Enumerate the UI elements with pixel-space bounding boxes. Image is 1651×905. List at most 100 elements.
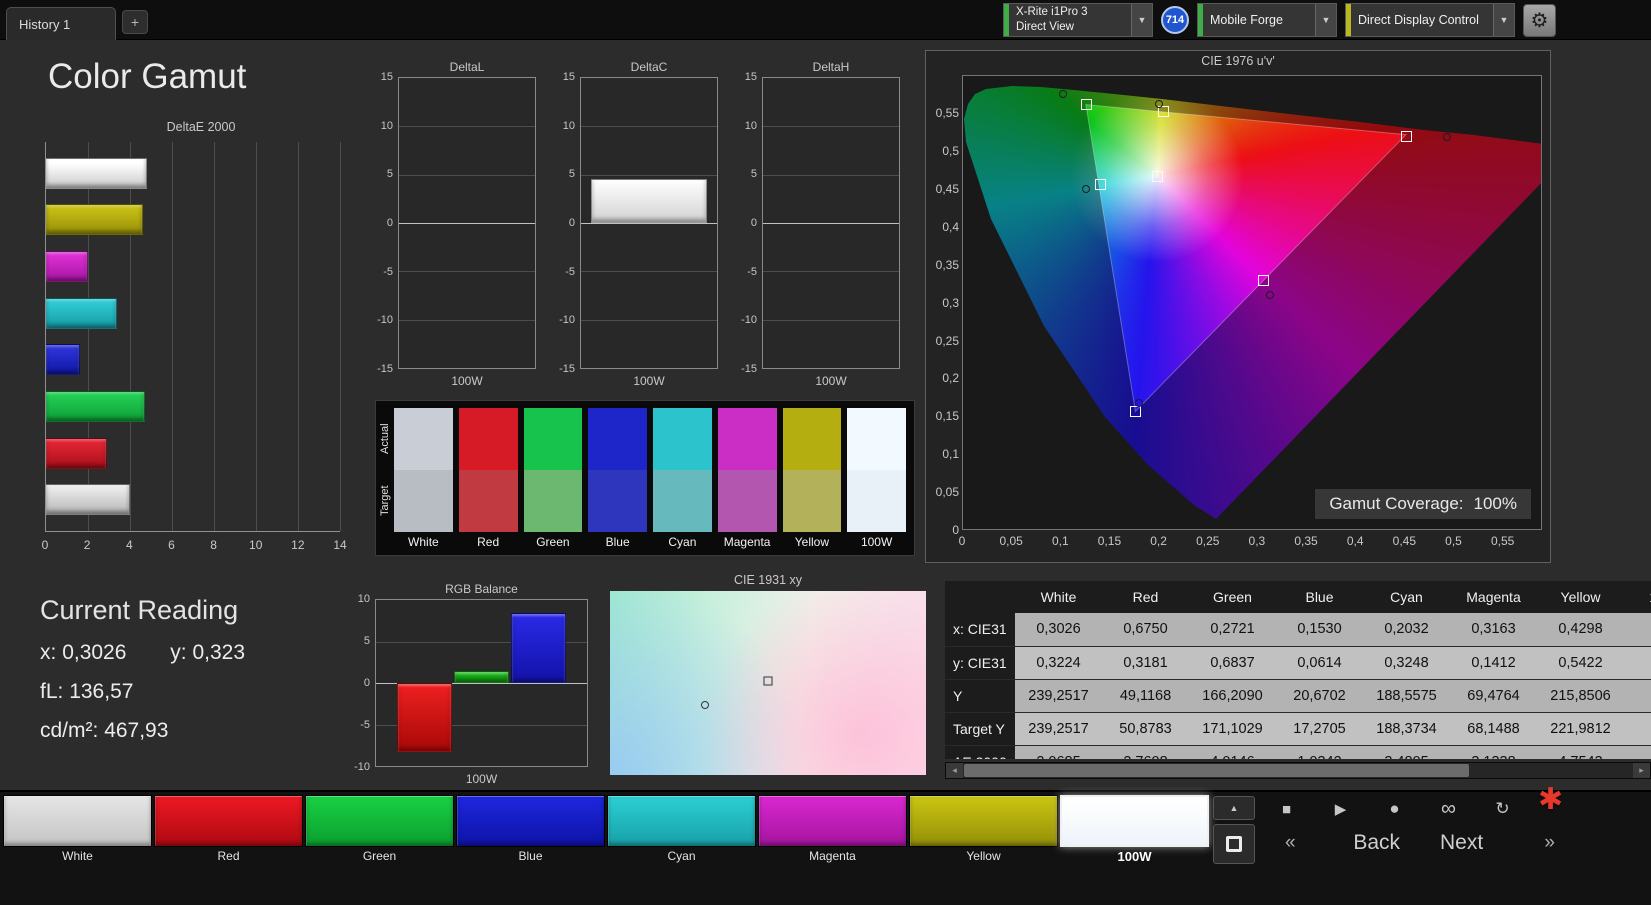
results-row: Target Y 239,2517 50,8783 171,1029 17,2705 18… [945,712,1651,746]
cie76-gamut-triangle [1085,104,1408,413]
patch-button-green[interactable]: Green [305,795,454,865]
swatch-label: 100W [860,535,893,549]
patch-count-badge[interactable]: 714 [1161,6,1189,34]
patch-button-yellow[interactable]: Yellow [909,795,1058,865]
meter-dropdown[interactable]: X-Rite i1Pro 3 Direct View ▼ [1003,3,1153,37]
swatch-label: Blue [605,535,630,549]
results-row: ΔE 20002,06852,76084,01461,03423,48053,1… [945,745,1651,759]
scroll-right-arrow-icon[interactable]: ▸ [1633,763,1650,778]
results-cell: 2,0685 [1015,745,1102,759]
cie76-y-tick-label: 0,5 [942,144,959,158]
table-scrollbar[interactable]: ◂ ▸ [945,762,1651,779]
cie76-overlay [1085,104,1408,413]
delta-deltal-plot [398,77,536,369]
delta-e-tick-label: 8 [210,538,217,552]
results-table: WhiteRedGreenBlueCyanMagentaYellow100W x… [945,581,1651,759]
rgb-balance-body: 10 5 0 -5 -10 [345,593,588,773]
chevron-down-icon[interactable]: ▼ [1131,4,1152,36]
delta-deltal-tick-label: -10 [377,314,393,327]
delta-deltah-gridline [763,271,899,273]
results-col-header: Green [1189,581,1276,613]
cie76-square-marker [1257,274,1269,286]
chevron-down-icon[interactable]: ▼ [1493,4,1514,36]
results-col-header: Cyan [1363,581,1450,613]
delta-deltal-gridline [399,319,535,321]
delta-deltah-body: 15 10 5 0 -5 -10 -15 [732,71,900,375]
delta-deltac-bar [590,178,708,223]
delta-deltac-tick-label: 5 [568,168,575,181]
rgb-balance-tick-label: 10 [357,593,370,605]
results-cell: 4,7543 [1537,745,1624,759]
scroll-left-arrow-icon[interactable]: ◂ [946,763,963,778]
next-button[interactable]: Next » [1440,828,1555,858]
results-cell: 0,1412 [1450,646,1537,680]
delta-deltac-x-label: 100W [633,374,665,388]
delta-deltal-body: 15 10 5 0 -5 -10 -15 [368,71,536,375]
back-button[interactable]: « Back [1285,828,1400,858]
patch-button-red[interactable]: Red [154,795,303,865]
swatch-column-cyan: Cyan [653,408,712,552]
cie76-square-marker [1129,405,1141,417]
window-icon [1226,836,1242,852]
chevron-down-icon[interactable]: ▼ [1315,4,1336,36]
results-cell: 4,0146 [1189,745,1276,759]
results-row-label: ΔE 2000 [945,745,1015,759]
delta-deltac-gridline [581,223,717,224]
reading-fl: fL: 136,57 [40,680,134,703]
patch-button-cyan[interactable]: Cyan [607,795,756,865]
patch-button-100w[interactable]: 100W [1060,795,1209,865]
settings-gear-button[interactable]: ⚙ [1523,3,1556,37]
delta-e-tick-label: 0 [41,538,49,552]
record-button[interactable]: ● [1374,796,1415,822]
alert-asterisk-icon: ✱ [1538,783,1564,816]
patch-swatch [909,795,1058,847]
chevron-right-icon: » [1544,832,1555,853]
delta-chart-deltal: DeltaL 15 10 5 0 -5 -10 -15 100W [368,60,536,388]
pattern-window-button[interactable] [1213,824,1255,864]
display-control-dropdown[interactable]: Direct Display Control ▼ [1345,3,1515,37]
delta-deltal-title: DeltaL [449,60,485,74]
delta-deltah-tick-label: 15 [744,71,757,83]
rgb-balance-tick-label: -10 [354,761,370,773]
cie76-square-marker [1400,130,1412,142]
cie76-x-tick-label: 0,5 [1445,534,1462,548]
patch-swatch [305,795,454,847]
patch-button-white[interactable]: White [3,795,152,865]
refresh-button[interactable]: ↻ [1482,796,1523,822]
results-header-row: WhiteRedGreenBlueCyanMagentaYellow100W [945,581,1651,613]
cie76-y-tick-label: 0,45 [935,181,959,196]
actual-swatch-white [394,408,453,470]
delta-e-2000-chart: DeltaE 2000 0 2 4 6 8 10 12 14 [41,120,357,558]
results-table-header: WhiteRedGreenBlueCyanMagentaYellow100W [945,581,1651,613]
pattern-source-dropdown[interactable]: Mobile Forge ▼ [1197,3,1337,37]
actual-swatch-cyan [653,408,712,470]
swatch-column-blue: Blue [588,408,647,552]
cie31-circle-marker [700,701,709,710]
expand-button[interactable]: ▲ [1213,796,1255,820]
stop-button[interactable]: ■ [1266,796,1307,822]
patch-button-blue[interactable]: Blue [456,795,605,865]
delta-deltah-tick-label: -15 [741,363,757,375]
reading-cdm2: cd/m²: 467,93 [40,719,169,742]
delta-deltah-gridline [763,174,899,176]
scrollbar-track[interactable] [963,763,1633,778]
delta-deltac-tick-label: -10 [559,314,575,327]
actual-swatch-green [523,408,583,470]
tab-history-1[interactable]: History 1 [6,7,116,40]
play-button[interactable]: ▶ [1320,796,1361,822]
delta-deltac-tick-label: -15 [559,363,575,375]
add-tab-button[interactable]: + [122,10,148,34]
patch-button-magenta[interactable]: Magenta [758,795,907,865]
meter-dropdown-text: X-Rite i1Pro 3 Direct View [1009,4,1131,36]
display-control-text: Direct Display Control [1358,12,1479,27]
loop-button[interactable]: ∞ [1428,796,1469,822]
scrollbar-thumb[interactable] [964,764,1469,777]
bottom-bar: White Red Green Blue Cyan Magenta Yellow 100W ▲… [0,783,1651,905]
record-icon: ● [1389,799,1400,818]
rgb-balance-tick-label: 0 [363,677,370,689]
delta-e-tick-label: 6 [168,538,175,552]
cie76-y-tick-label: 0,55 [935,106,959,121]
delta-e-tick-label: 4 [125,538,133,552]
delta-deltah-tick-label: -10 [741,314,757,327]
swatch-column-green: Green [523,408,583,552]
